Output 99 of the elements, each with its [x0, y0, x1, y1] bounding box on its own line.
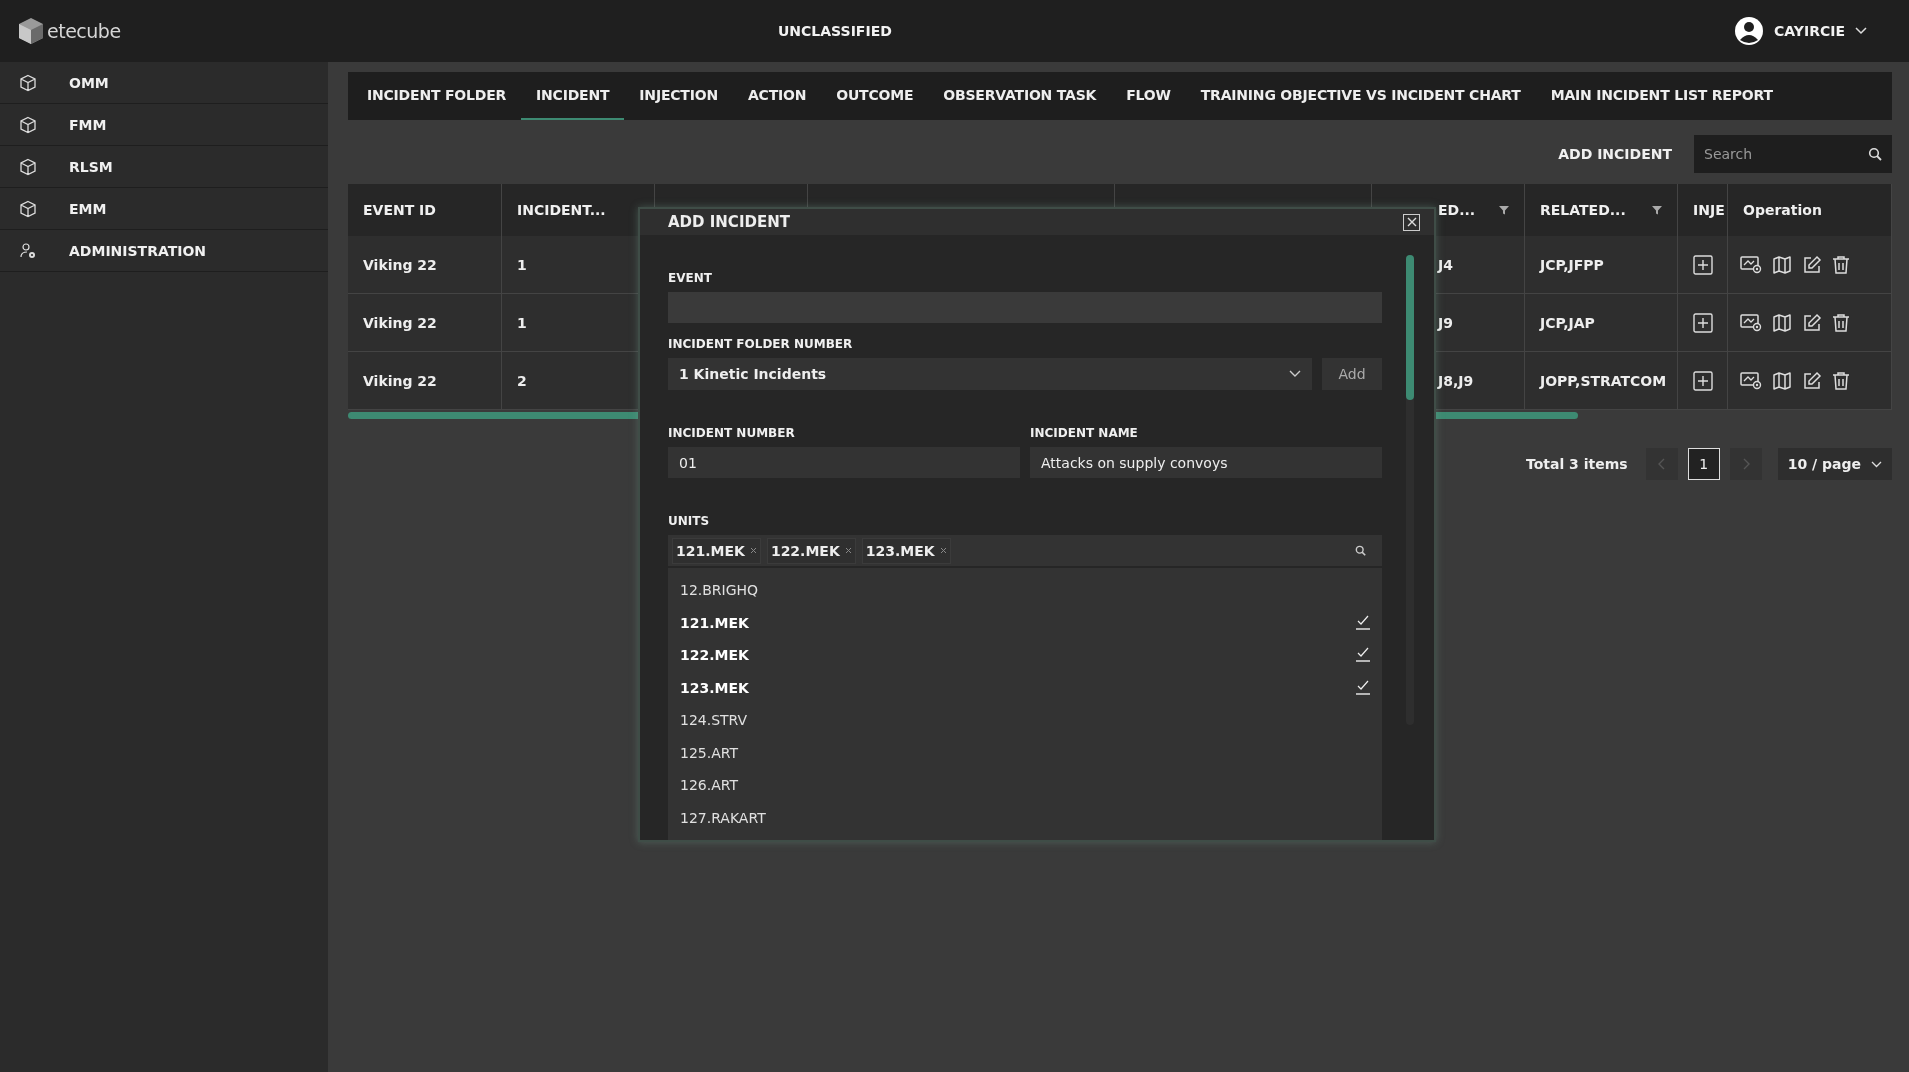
remove-icon[interactable] — [749, 547, 757, 554]
tab[interactable]: ACTION — [732, 72, 822, 120]
check-icon — [1356, 647, 1370, 664]
cube-icon — [19, 157, 37, 176]
column-header: INJE — [1693, 202, 1725, 218]
chevron-down-icon — [1289, 370, 1301, 378]
tab[interactable]: MAIN INCIDENT LIST REPORT — [1535, 72, 1788, 120]
page-size-select[interactable]: 10 / page — [1777, 448, 1892, 480]
table-cell: J8,J9 — [1438, 372, 1474, 389]
dialog-title: ADD INCIDENT — [668, 213, 790, 231]
filter-icon[interactable] — [1652, 205, 1662, 215]
user-avatar-icon — [1734, 16, 1765, 46]
trash-icon[interactable] — [1832, 254, 1850, 275]
tab[interactable]: INCIDENT — [521, 72, 625, 120]
column-header: INCIDENT... — [517, 202, 606, 218]
trash-icon[interactable] — [1832, 370, 1850, 391]
remove-icon[interactable] — [844, 547, 852, 554]
logo-text: etecube — [47, 20, 121, 42]
column-header: EVENT ID — [363, 202, 436, 218]
check-icon — [1356, 614, 1370, 631]
cube-icon — [19, 199, 37, 218]
unit-option[interactable]: 122.MEK — [668, 639, 1382, 672]
sidebar-item[interactable]: ADMINISTRATION — [0, 230, 328, 272]
monitor-view-icon[interactable] — [1740, 312, 1762, 333]
close-icon — [1406, 217, 1417, 227]
map-icon[interactable] — [1772, 254, 1792, 275]
tab[interactable]: OUTCOME — [821, 72, 929, 120]
column-header: ED... — [1438, 202, 1476, 218]
map-icon[interactable] — [1772, 370, 1792, 391]
map-icon[interactable] — [1772, 312, 1792, 333]
sidebar-item[interactable]: EMM — [0, 188, 328, 230]
table-cell: JCP,JFPP — [1525, 236, 1678, 294]
table-cell: Viking 22 — [348, 236, 502, 294]
column-header: RELATED... — [1540, 202, 1626, 218]
incident-name-field[interactable]: Attacks on supply convoys — [1030, 447, 1382, 478]
tab[interactable]: FLOW — [1111, 72, 1186, 120]
unit-option[interactable]: 124.STRV — [668, 704, 1382, 737]
user-gear-icon — [19, 241, 37, 260]
total-items-label: Total 3 items — [1526, 456, 1628, 472]
classification-label: UNCLASSIFIED — [778, 23, 892, 39]
tab[interactable]: TRAINING OBJECTIVE VS INCIDENT CHART — [1185, 72, 1536, 120]
tab[interactable]: OBSERVATION TASK — [928, 72, 1112, 120]
add-box-icon[interactable] — [1692, 370, 1713, 391]
field-label: EVENT — [668, 271, 713, 285]
field-label: UNITS — [668, 514, 711, 528]
unit-option[interactable]: 126.ART — [668, 769, 1382, 802]
unit-option[interactable]: 12.BRIGHQ — [668, 574, 1382, 607]
cube-logo-icon — [18, 17, 44, 45]
unit-tag[interactable]: 121.MEK — [672, 537, 761, 564]
edit-icon[interactable] — [1802, 370, 1822, 391]
chevron-left-icon — [1657, 458, 1666, 470]
table-cell: J9 — [1438, 314, 1453, 331]
monitor-view-icon[interactable] — [1740, 370, 1762, 391]
cube-icon — [19, 73, 37, 92]
table-cell: Viking 22 — [348, 294, 502, 352]
monitor-view-icon[interactable] — [1740, 254, 1762, 275]
unit-tag[interactable]: 122.MEK — [766, 537, 856, 564]
edit-icon[interactable] — [1802, 312, 1822, 333]
sidebar-item[interactable]: OMM — [0, 62, 328, 104]
search-field[interactable]: Search — [1694, 135, 1892, 173]
search-icon — [1868, 147, 1882, 161]
table-cell: JCP,JAP — [1525, 294, 1678, 352]
unit-option[interactable]: 127.RAKART — [668, 801, 1382, 834]
units-select[interactable]: 121.MEK 122.MEK 123.MEK — [668, 535, 1382, 566]
field-label: INCIDENT NAME — [1030, 426, 1139, 440]
table-cell: Viking 22 — [348, 352, 502, 410]
filter-icon[interactable] — [1499, 205, 1509, 215]
page-button[interactable]: 1 — [1687, 448, 1720, 480]
incident-number-field[interactable]: 01 — [668, 447, 1020, 478]
column-header: Operation — [1743, 202, 1822, 218]
chevron-down-icon — [1855, 27, 1867, 35]
field-label: INCIDENT NUMBER — [668, 426, 796, 440]
search-icon — [1355, 545, 1366, 556]
unit-option[interactable]: 125.ART — [668, 736, 1382, 769]
chevron-down-icon — [1871, 460, 1882, 468]
cube-icon — [19, 115, 37, 134]
table-cell: JOPP,STRATCOM — [1525, 352, 1678, 410]
field-label: INCIDENT FOLDER NUMBER — [668, 337, 854, 351]
check-icon — [1356, 679, 1370, 696]
add-incident-button[interactable]: ADD INCIDENT — [1558, 142, 1672, 166]
add-box-icon[interactable] — [1692, 254, 1713, 275]
user-menu[interactable]: CAYIRCIE — [1734, 16, 1867, 46]
unit-option[interactable]: 121.MEK — [668, 606, 1382, 639]
sidebar-item[interactable]: RLSM — [0, 146, 328, 188]
edit-icon[interactable] — [1802, 254, 1822, 275]
unit-tag[interactable]: 123.MEK — [861, 537, 951, 564]
table-cell: J4 — [1438, 256, 1453, 273]
chevron-right-icon — [1741, 458, 1750, 470]
scrollbar[interactable] — [1406, 255, 1414, 725]
add-box-icon[interactable] — [1692, 312, 1713, 333]
add-button[interactable]: Add — [1322, 358, 1382, 390]
close-button[interactable] — [1403, 213, 1420, 231]
tab[interactable]: INCIDENT FOLDER — [352, 72, 522, 120]
remove-icon[interactable] — [939, 547, 947, 554]
unit-option[interactable]: 123.MEK — [668, 671, 1382, 704]
sidebar-item[interactable]: FMM — [0, 104, 328, 146]
tab[interactable]: INJECTION — [624, 72, 733, 120]
folder-select[interactable]: 1 Kinetic Incidents — [668, 358, 1312, 390]
trash-icon[interactable] — [1832, 312, 1850, 333]
